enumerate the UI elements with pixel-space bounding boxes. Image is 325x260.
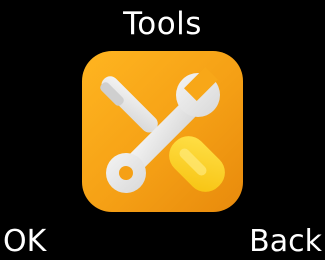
tools-icon[interactable] [80,49,245,214]
back-softkey[interactable]: Back [249,224,322,260]
page-title: Tools [123,6,202,42]
ok-softkey[interactable]: OK [3,224,46,260]
tools-icon-graphic [82,51,243,212]
screen: Tools OK Back [0,0,325,260]
